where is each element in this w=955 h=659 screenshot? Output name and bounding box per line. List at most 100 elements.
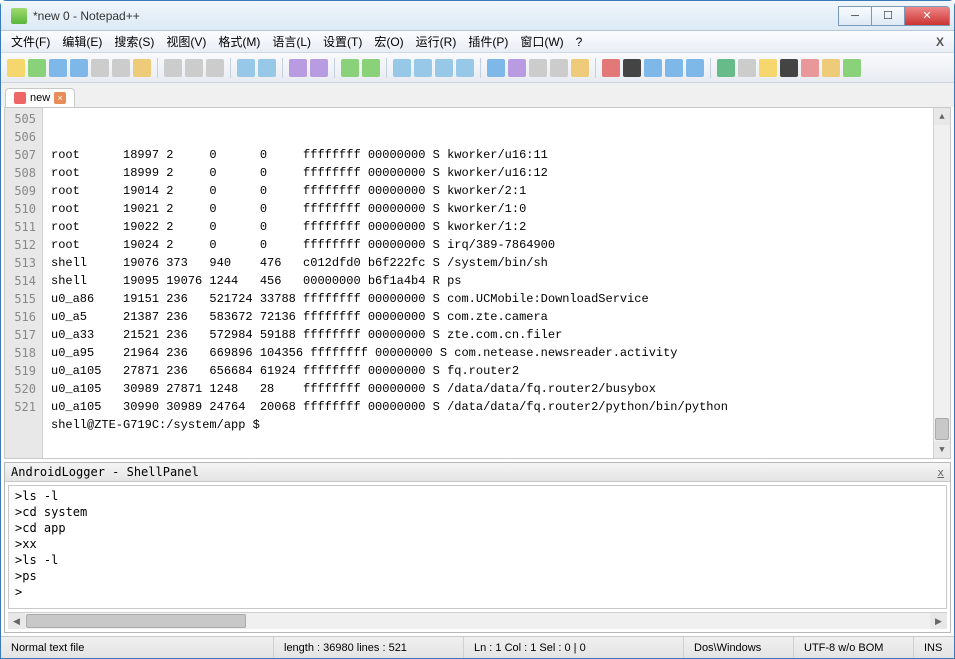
menu-run[interactable]: 运行(R) (410, 31, 463, 52)
plugin-2-icon[interactable] (738, 59, 756, 77)
open-file-icon[interactable] (28, 59, 46, 77)
close-file-icon[interactable] (91, 59, 109, 77)
menu-close-doc[interactable]: X (930, 35, 950, 49)
hidden-chars-icon[interactable] (456, 59, 474, 77)
toolbar (1, 53, 954, 83)
func-list-icon[interactable] (550, 59, 568, 77)
line-number: 517 (5, 326, 42, 344)
zoom-in-icon[interactable] (341, 59, 359, 77)
user-lang-icon[interactable] (508, 59, 526, 77)
menu-window[interactable]: 窗口(W) (514, 31, 569, 52)
menu-help[interactable]: ? (570, 33, 589, 51)
line-number: 511 (5, 218, 42, 236)
wrap-icon[interactable] (435, 59, 453, 77)
editor-area: 5055065075085095105115125135145155165175… (4, 107, 951, 459)
cut-icon[interactable] (164, 59, 182, 77)
menu-view[interactable]: 视图(V) (160, 31, 212, 52)
editor-line: root 19014 2 0 0 ffffffff 00000000 S kwo… (51, 182, 942, 200)
line-number: 513 (5, 254, 42, 272)
plugin-1-icon[interactable] (717, 59, 735, 77)
plugin-5-icon[interactable] (801, 59, 819, 77)
vertical-scrollbar[interactable]: ▲ ▼ (933, 108, 950, 458)
sync-h-icon[interactable] (414, 59, 432, 77)
stop-macro-icon[interactable] (623, 59, 641, 77)
redo-icon[interactable] (258, 59, 276, 77)
panel-titlebar: AndroidLogger - ShellPanel x (5, 463, 950, 482)
close-button[interactable]: ✕ (904, 6, 950, 26)
plugin-6-icon[interactable] (822, 59, 840, 77)
plugin-4-icon[interactable] (780, 59, 798, 77)
titlebar: *new 0 - Notepad++ ─ ☐ ✕ (1, 1, 954, 31)
menu-macro[interactable]: 宏(O) (368, 31, 409, 52)
close-all-icon[interactable] (112, 59, 130, 77)
editor-line: root 19024 2 0 0 ffffffff 00000000 S irq… (51, 236, 942, 254)
plugin-7-icon[interactable] (843, 59, 861, 77)
hscroll-thumb[interactable] (26, 614, 246, 628)
menu-format[interactable]: 格式(M) (212, 31, 266, 52)
record-macro-icon[interactable] (602, 59, 620, 77)
statusbar: Normal text file length : 36980 lines : … (1, 636, 954, 658)
menu-plugins[interactable]: 插件(P) (462, 31, 514, 52)
plugin-3-icon[interactable] (759, 59, 777, 77)
editor-line: u0_a95 21964 236 669896 104356 ffffffff … (51, 344, 942, 362)
undo-icon[interactable] (237, 59, 255, 77)
scroll-thumb[interactable] (935, 418, 949, 440)
folder-view-icon[interactable] (571, 59, 589, 77)
paste-icon[interactable] (206, 59, 224, 77)
window-title: *new 0 - Notepad++ (33, 9, 839, 23)
status-insert-mode: INS (914, 637, 954, 658)
editor-line: u0_a105 30989 27871 1248 28 ffffffff 000… (51, 380, 942, 398)
window-buttons: ─ ☐ ✕ (839, 6, 950, 26)
shell-output[interactable]: >ls -l>cd system>cd app>xx>ls -l>ps> (8, 485, 947, 609)
line-number: 519 (5, 362, 42, 380)
editor-line: shell@ZTE-G719C:/system/app $ (51, 416, 942, 434)
save-all-icon[interactable] (70, 59, 88, 77)
sync-v-icon[interactable] (393, 59, 411, 77)
scroll-right-icon[interactable]: ▶ (930, 613, 947, 629)
line-number: 514 (5, 272, 42, 290)
scroll-left-icon[interactable]: ◀ (8, 613, 25, 629)
shell-line: >ps (15, 568, 940, 584)
shell-line: > (15, 584, 940, 600)
line-number-gutter: 5055065075085095105115125135145155165175… (5, 108, 43, 458)
tab-close-icon[interactable]: × (54, 92, 66, 104)
line-number: 516 (5, 308, 42, 326)
copy-icon[interactable] (185, 59, 203, 77)
play-macro-icon[interactable] (644, 59, 662, 77)
maximize-button[interactable]: ☐ (871, 6, 905, 26)
menu-settings[interactable]: 设置(T) (317, 31, 368, 52)
zoom-out-icon[interactable] (362, 59, 380, 77)
editor-line: u0_a86 19151 236 521724 33788 ffffffff 0… (51, 290, 942, 308)
minimize-button[interactable]: ─ (838, 6, 872, 26)
scroll-down-icon[interactable]: ▼ (934, 441, 950, 458)
menu-search[interactable]: 搜索(S) (108, 31, 160, 52)
play-multi-icon[interactable] (665, 59, 683, 77)
save-macro-icon[interactable] (686, 59, 704, 77)
menu-file[interactable]: 文件(F) (5, 31, 56, 52)
status-filetype: Normal text file (1, 637, 274, 658)
find-icon[interactable] (289, 59, 307, 77)
shell-line: >cd system (15, 504, 940, 520)
menu-language[interactable]: 语言(L) (266, 31, 317, 52)
scroll-up-icon[interactable]: ▲ (934, 108, 950, 125)
tab-new[interactable]: new × (5, 88, 75, 107)
line-number: 521 (5, 398, 42, 416)
status-eol: Dos\Windows (684, 637, 794, 658)
status-position: Ln : 1 Col : 1 Sel : 0 | 0 (464, 637, 684, 658)
line-number: 520 (5, 380, 42, 398)
doc-map-icon[interactable] (529, 59, 547, 77)
menu-edit[interactable]: 编辑(E) (56, 31, 108, 52)
shell-line: >ls -l (15, 552, 940, 568)
panel-close-icon[interactable]: x (937, 466, 944, 479)
indent-guide-icon[interactable] (487, 59, 505, 77)
horizontal-scrollbar[interactable]: ◀ ▶ (8, 612, 947, 629)
doc-modified-icon (14, 92, 26, 104)
save-icon[interactable] (49, 59, 67, 77)
text-editor[interactable]: root 18997 2 0 0 ffffffff 00000000 S kwo… (43, 108, 950, 458)
replace-icon[interactable] (310, 59, 328, 77)
shell-line: >cd app (15, 520, 940, 536)
print-icon[interactable] (133, 59, 151, 77)
editor-line: u0_a33 21521 236 572984 59188 ffffffff 0… (51, 326, 942, 344)
editor-line: shell 19076 373 940 476 c012dfd0 b6f222f… (51, 254, 942, 272)
new-file-icon[interactable] (7, 59, 25, 77)
